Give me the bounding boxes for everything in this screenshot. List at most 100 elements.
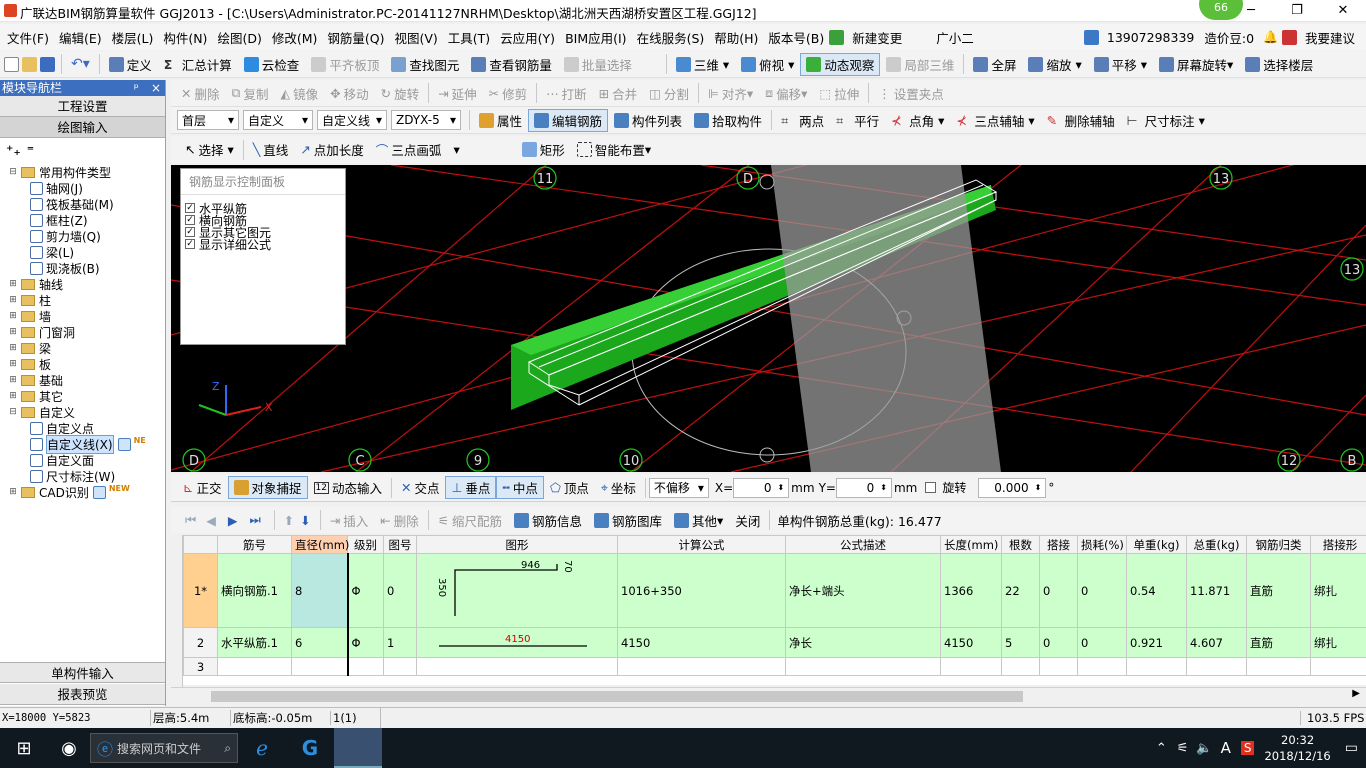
grid-cell-cls[interactable] <box>1246 657 1311 676</box>
menu-item[interactable]: 工具(T) <box>443 28 495 47</box>
scene-svg[interactable]: 11 D 13 13 D C 9 10 12 B Z X <box>171 165 1366 472</box>
menu-item[interactable]: 修改(M) <box>267 28 323 47</box>
grid-cell-total[interactable] <box>1186 657 1247 676</box>
close-grid-button[interactable]: 关闭 <box>729 509 766 532</box>
insert-row-button[interactable]: ⇥ 插入 <box>324 509 375 532</box>
find-element-button[interactable]: 查找图元 <box>385 53 465 76</box>
menu-item[interactable]: 帮助(H) <box>709 28 763 47</box>
grid-cell-total[interactable]: 11.871 <box>1186 553 1247 628</box>
tree-item[interactable]: 自定义面 <box>8 452 165 468</box>
rotate-checkbox[interactable] <box>925 482 937 493</box>
grid-cell-loss[interactable]: 0 <box>1077 553 1127 628</box>
rotate-button[interactable]: ↻ 旋转 <box>375 82 426 105</box>
grid-cell-grade[interactable]: Φ <box>347 553 384 628</box>
save-icon[interactable] <box>40 56 55 72</box>
grid-cell-grade[interactable] <box>347 657 384 676</box>
attribute-button[interactable]: 属性 <box>473 109 528 132</box>
top-view-dropdown[interactable]: 俯视 ▾ <box>735 53 800 76</box>
component-list-button[interactable]: 构件列表 <box>608 109 688 132</box>
delete-button[interactable]: ✕ 删除 <box>175 82 226 105</box>
expand-icon[interactable]: ⊞ <box>8 343 18 353</box>
midpoint-toggle[interactable]: ╍ 中点 <box>496 476 544 499</box>
expand-icon[interactable]: ⊞ <box>8 375 18 385</box>
grid-cell-formula[interactable] <box>617 657 786 676</box>
grid-column-header[interactable]: 公式描述 <box>785 535 941 554</box>
suggest-link[interactable]: 我要建议 <box>1300 28 1360 47</box>
grid-cell-fig[interactable] <box>383 657 417 676</box>
menu-item[interactable]: 文件(F) <box>2 28 54 47</box>
line-button[interactable]: ╲ 直线 <box>247 138 295 161</box>
parallel-button[interactable]: ⌗ 平行 <box>830 109 885 132</box>
clock[interactable]: 20:32 2018/12/16 <box>1264 732 1330 764</box>
grid-cell-unit[interactable] <box>1126 657 1187 676</box>
tree-folder[interactable]: ⊟ 常用构件类型 <box>8 164 165 180</box>
grid-cell-name[interactable] <box>217 657 292 676</box>
mirror-button[interactable]: ◭ 镜像 <box>274 82 324 105</box>
grid-cell-loss[interactable]: 0 <box>1077 627 1127 658</box>
grid-cell-dia[interactable]: 8 <box>291 553 349 628</box>
grid-cell-laptype[interactable]: 绑扎 <box>1310 627 1366 658</box>
grid-cell-loss[interactable] <box>1077 657 1127 676</box>
grid-column-header[interactable]: 根数 <box>1001 535 1040 554</box>
grid-cell-unit[interactable]: 0.54 <box>1126 553 1187 628</box>
vertex-toggle[interactable]: ⬠ 顶点 <box>544 476 595 499</box>
tree-folder[interactable]: ⊟ 自定义 <box>8 404 165 420</box>
select-dropdown[interactable]: ↖ 选择 ▾ <box>179 138 240 161</box>
move-button[interactable]: ✥ 移动 <box>324 82 375 105</box>
bell-icon[interactable]: 🔔 <box>1263 30 1278 44</box>
grid-scroll-thumb[interactable] <box>211 691 1023 702</box>
tree-folder[interactable]: ⊞ 板 <box>8 356 165 372</box>
corner-cell[interactable] <box>183 535 218 554</box>
local-3d-button[interactable]: 局部三维 <box>880 53 960 76</box>
menu-item[interactable]: 构件(N) <box>158 28 212 47</box>
grid-cell-name[interactable]: 横向钢筋.1 <box>217 553 292 628</box>
tree-folder[interactable]: ⊞ 其它 <box>8 388 165 404</box>
move-down-icon[interactable]: ⬇ <box>300 513 310 528</box>
object-snap-toggle[interactable]: 对象捕捉 <box>227 476 308 499</box>
grid-cell-desc[interactable] <box>785 657 941 676</box>
ortho-toggle[interactable]: ⊾ 正交 <box>177 476 228 499</box>
grid-cell-name[interactable]: 水平纵筋.1 <box>217 627 292 658</box>
row-number[interactable]: 1* <box>183 553 218 628</box>
split-button[interactable]: ◫ 分割 <box>643 82 695 105</box>
grid-column-header[interactable]: 筋号 <box>217 535 292 554</box>
sum-calc-button[interactable]: Σ 汇总计算 <box>158 53 238 76</box>
nav-close-icon[interactable]: × <box>151 80 161 96</box>
grid-cell-len[interactable]: 1366 <box>940 553 1002 628</box>
table-row[interactable]: 3 <box>183 657 1366 676</box>
dynamic-input-toggle[interactable]: 12 动态输入 <box>308 476 388 499</box>
tree-item[interactable]: 剪力墙(Q) <box>8 228 165 244</box>
grid-column-header[interactable]: 单重(kg) <box>1126 535 1187 554</box>
grid-cell-formula[interactable]: 4150 <box>617 627 786 658</box>
tree-folder[interactable]: ⊞ 基础 <box>8 372 165 388</box>
point-length-button[interactable]: ↗ 点加长度 <box>294 138 370 161</box>
zoom-dropdown[interactable]: 缩放 ▾ <box>1022 53 1087 76</box>
grid-cell-laptype[interactable] <box>1310 657 1366 676</box>
coordinate-toggle[interactable]: ⌖ 坐标 <box>595 476 642 499</box>
expand-icon[interactable]: ⊞ <box>8 391 18 401</box>
rebar-info-button[interactable]: 钢筋信息 <box>508 509 588 532</box>
orbit-handle-top[interactable] <box>759 174 775 190</box>
report-preview-button[interactable]: 报表预览 <box>0 684 165 705</box>
merge-button[interactable]: ⊞ 合并 <box>593 82 644 105</box>
grid-cell-len[interactable] <box>940 657 1002 676</box>
grid-cell-shape[interactable]: 350 946 70 <box>416 553 618 628</box>
pick-component-button[interactable]: 拾取构件 <box>688 109 768 132</box>
row-number[interactable]: 3 <box>183 657 218 676</box>
expand-icon[interactable]: ⊞ <box>8 295 18 305</box>
align-button[interactable]: ⊫ 对齐 ▾ <box>702 82 759 105</box>
rebar-grid[interactable]: 筋号 直径(mm) 级别 图号 图形 计算公式 公式描述 长度(mm) 根数 搭接 损耗(%) 单重(… <box>183 535 1366 676</box>
pan-dropdown[interactable]: 平移 ▾ <box>1088 53 1153 76</box>
grid-cell-cnt[interactable] <box>1001 657 1040 676</box>
grid-cell-dia[interactable] <box>291 657 349 676</box>
point-angle-dropdown[interactable]: ⊀ 点角 ▾ <box>885 109 950 132</box>
tree-item[interactable]: 框柱(Z) <box>8 212 165 228</box>
app-active-icon[interactable] <box>334 728 382 768</box>
grid-column-header[interactable]: 搭接 <box>1039 535 1078 554</box>
taskbar-search[interactable]: ⓔ 搜索网页和文件 ⌕ <box>90 733 238 763</box>
menu-item[interactable]: 在线服务(S) <box>632 28 710 47</box>
expand-icon[interactable]: ⊞ <box>8 327 18 337</box>
menu-item[interactable]: 视图(V) <box>389 28 442 47</box>
scroll-right-icon[interactable]: ▶ <box>1352 688 1360 699</box>
first-icon[interactable]: ⏮ <box>185 512 196 528</box>
